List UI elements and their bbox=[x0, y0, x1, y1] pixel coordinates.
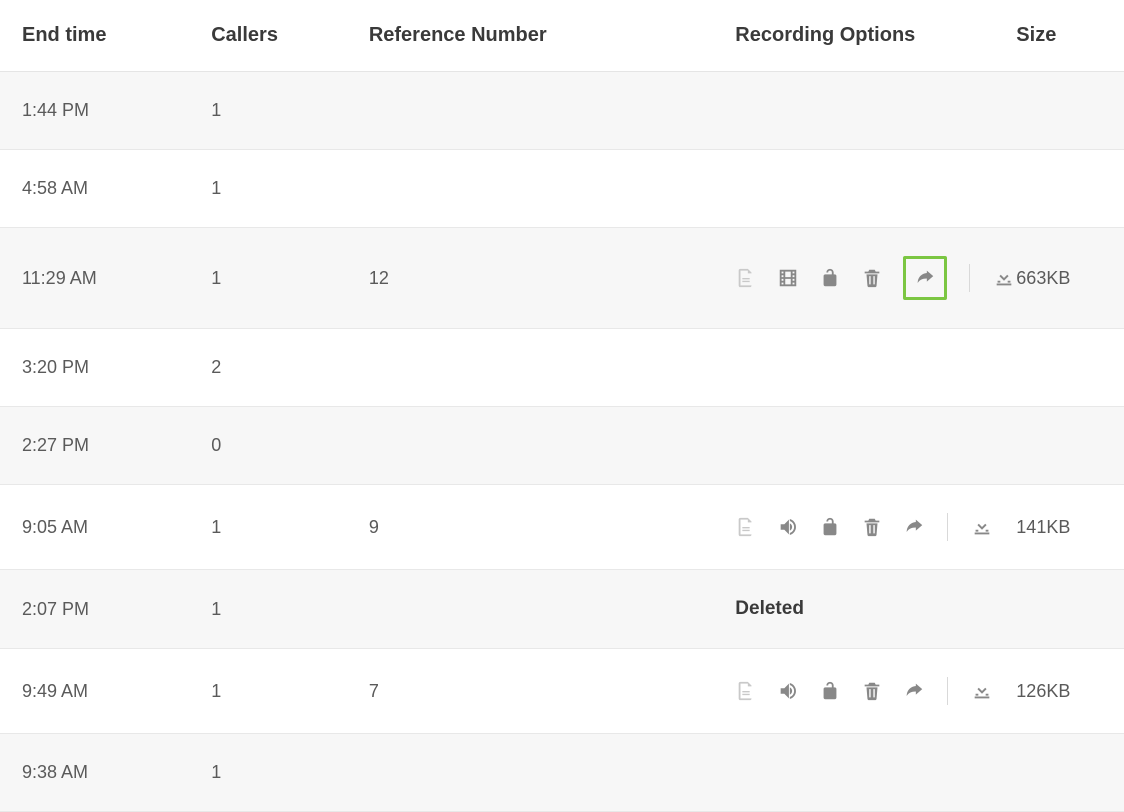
download-icon[interactable] bbox=[970, 680, 994, 702]
cell-reference: 12 bbox=[347, 228, 713, 329]
cell-callers: 1 bbox=[189, 734, 347, 812]
header-options[interactable]: Recording Options bbox=[713, 0, 1016, 72]
cell-reference bbox=[347, 570, 713, 649]
table-row: 4:58 AM 1 bbox=[0, 150, 1124, 228]
cell-reference bbox=[347, 407, 713, 485]
options-group bbox=[735, 513, 1016, 541]
cell-size: 663KB bbox=[1016, 228, 1124, 329]
download-icon[interactable] bbox=[992, 267, 1016, 289]
cell-reference bbox=[347, 150, 713, 228]
download-icon[interactable] bbox=[970, 516, 994, 538]
options-group bbox=[735, 677, 1016, 705]
cell-reference bbox=[347, 72, 713, 150]
cell-options bbox=[713, 407, 1016, 485]
cell-end-time: 4:58 AM bbox=[0, 150, 189, 228]
cell-options bbox=[713, 485, 1016, 570]
cell-callers: 1 bbox=[189, 72, 347, 150]
audio-icon[interactable] bbox=[777, 516, 799, 538]
cell-callers: 1 bbox=[189, 228, 347, 329]
cell-options bbox=[713, 72, 1016, 150]
cell-end-time: 2:07 PM bbox=[0, 570, 189, 649]
cell-size: 141KB bbox=[1016, 485, 1124, 570]
cell-end-time: 2:27 PM bbox=[0, 407, 189, 485]
divider bbox=[969, 264, 970, 292]
video-icon[interactable] bbox=[777, 267, 799, 289]
cell-end-time: 9:38 AM bbox=[0, 734, 189, 812]
document-icon[interactable] bbox=[735, 267, 757, 289]
divider bbox=[947, 513, 948, 541]
table-row: 2:27 PM 0 bbox=[0, 407, 1124, 485]
header-callers[interactable]: Callers bbox=[189, 0, 347, 72]
recordings-table: End time Callers Reference Number Record… bbox=[0, 0, 1124, 812]
cell-reference: 7 bbox=[347, 649, 713, 734]
header-reference[interactable]: Reference Number bbox=[347, 0, 713, 72]
cell-end-time: 1:44 PM bbox=[0, 72, 189, 150]
divider bbox=[947, 677, 948, 705]
cell-reference bbox=[347, 734, 713, 812]
table-row: 9:05 AM 1 9 141KB bbox=[0, 485, 1124, 570]
trash-icon[interactable] bbox=[861, 680, 883, 702]
cell-reference bbox=[347, 329, 713, 407]
cell-callers: 1 bbox=[189, 649, 347, 734]
cell-options bbox=[713, 329, 1016, 407]
table-row: 1:44 PM 1 bbox=[0, 72, 1124, 150]
table-row: 11:29 AM 1 12 663KB bbox=[0, 228, 1124, 329]
deleted-label: Deleted bbox=[735, 598, 804, 619]
table-row: 3:20 PM 2 bbox=[0, 329, 1124, 407]
audio-icon[interactable] bbox=[777, 680, 799, 702]
table-row: 2:07 PM 1 Deleted bbox=[0, 570, 1124, 649]
share-icon[interactable] bbox=[903, 516, 925, 538]
cell-size bbox=[1016, 150, 1124, 228]
cell-size bbox=[1016, 72, 1124, 150]
share-icon[interactable] bbox=[903, 680, 925, 702]
document-icon[interactable] bbox=[735, 680, 757, 702]
cell-end-time: 9:49 AM bbox=[0, 649, 189, 734]
share-icon[interactable] bbox=[914, 267, 936, 289]
cell-options bbox=[713, 150, 1016, 228]
cell-end-time: 11:29 AM bbox=[0, 228, 189, 329]
cell-options bbox=[713, 228, 1016, 329]
cell-callers: 1 bbox=[189, 150, 347, 228]
cell-callers: 2 bbox=[189, 329, 347, 407]
cell-size bbox=[1016, 407, 1124, 485]
unlock-icon[interactable] bbox=[819, 267, 841, 289]
cell-size: 126KB bbox=[1016, 649, 1124, 734]
table-row: 9:38 AM 1 bbox=[0, 734, 1124, 812]
cell-callers: 1 bbox=[189, 485, 347, 570]
trash-icon[interactable] bbox=[861, 516, 883, 538]
options-group bbox=[735, 256, 1016, 300]
unlock-icon[interactable] bbox=[819, 680, 841, 702]
header-end-time[interactable]: End time bbox=[0, 0, 189, 72]
trash-icon[interactable] bbox=[861, 267, 883, 289]
cell-end-time: 3:20 PM bbox=[0, 329, 189, 407]
cell-callers: 0 bbox=[189, 407, 347, 485]
cell-options bbox=[713, 734, 1016, 812]
cell-callers: 1 bbox=[189, 570, 347, 649]
cell-options bbox=[713, 649, 1016, 734]
cell-size bbox=[1016, 734, 1124, 812]
unlock-icon[interactable] bbox=[819, 516, 841, 538]
cell-reference: 9 bbox=[347, 485, 713, 570]
table-row: 9:49 AM 1 7 126KB bbox=[0, 649, 1124, 734]
cell-size bbox=[1016, 329, 1124, 407]
header-size[interactable]: Size bbox=[1016, 0, 1124, 72]
share-highlight[interactable] bbox=[903, 256, 947, 300]
cell-options: Deleted bbox=[713, 570, 1016, 649]
cell-end-time: 9:05 AM bbox=[0, 485, 189, 570]
cell-size bbox=[1016, 570, 1124, 649]
document-icon[interactable] bbox=[735, 516, 757, 538]
